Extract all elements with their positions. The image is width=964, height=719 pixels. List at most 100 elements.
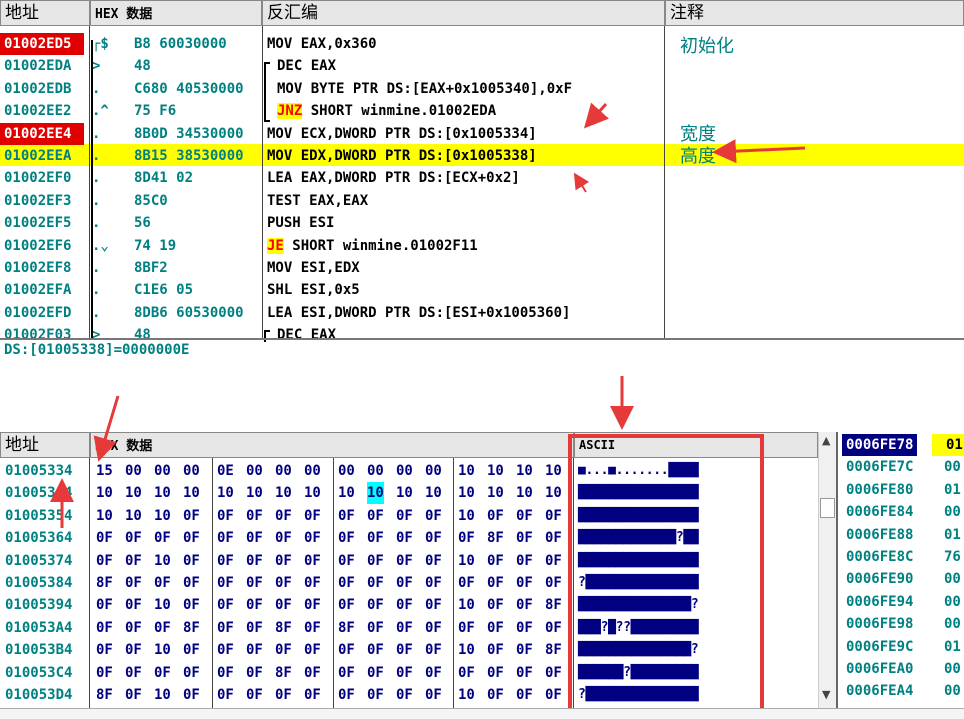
- dump-byte[interactable]: 0F: [516, 617, 533, 639]
- dump-byte[interactable]: 0F: [458, 662, 475, 684]
- dump-byte[interactable]: 0F: [275, 550, 292, 572]
- dump-byte[interactable]: 0F: [96, 550, 113, 572]
- disasm-row[interactable]: 01002EF3. 85C0 TEST EAX,EAX: [0, 190, 964, 212]
- disasm-row[interactable]: 01002EF0. 8D41 02 LEA EAX,DWORD PTR DS:[EC…: [0, 167, 964, 189]
- dump-byte[interactable]: 8F: [96, 684, 113, 706]
- dump-byte[interactable]: 10: [545, 460, 562, 482]
- dump-byte[interactable]: 0F: [425, 662, 442, 684]
- dump-byte[interactable]: 8F: [183, 617, 200, 639]
- dump-byte[interactable]: 0F: [125, 572, 142, 594]
- dump-byte[interactable]: 10: [458, 594, 475, 616]
- dump-byte[interactable]: 0F: [246, 594, 263, 616]
- dump-byte[interactable]: 00: [125, 460, 142, 482]
- dump-byte[interactable]: 8F: [275, 617, 292, 639]
- dump-byte[interactable]: 0F: [367, 639, 384, 661]
- dump-byte[interactable]: 0F: [487, 550, 504, 572]
- dump-byte[interactable]: 0F: [246, 572, 263, 594]
- dump-byte[interactable]: 10: [516, 460, 533, 482]
- dump-byte[interactable]: 10: [458, 639, 475, 661]
- dump-byte[interactable]: 10: [183, 482, 200, 504]
- stack-row[interactable]: 0006FE90 00: [838, 568, 964, 590]
- dump-byte[interactable]: 10: [154, 594, 171, 616]
- dump-byte[interactable]: 0F: [183, 550, 200, 572]
- dump-byte[interactable]: 0F: [487, 639, 504, 661]
- dump-byte[interactable]: 0F: [246, 505, 263, 527]
- dump-byte[interactable]: 10: [154, 505, 171, 527]
- stack-row[interactable]: 0006FE88 01: [838, 524, 964, 546]
- dump-byte[interactable]: 0F: [304, 550, 321, 572]
- dump-byte[interactable]: 0F: [425, 505, 442, 527]
- dump-byte[interactable]: 0F: [367, 594, 384, 616]
- dump-byte[interactable]: 0F: [96, 639, 113, 661]
- dump-byte[interactable]: 0F: [516, 505, 533, 527]
- dump-byte[interactable]: 0F: [367, 550, 384, 572]
- dump-byte[interactable]: 10: [425, 482, 442, 504]
- dump-byte[interactable]: 0F: [183, 527, 200, 549]
- dump-byte[interactable]: 10: [458, 460, 475, 482]
- dump-byte[interactable]: 0F: [338, 684, 355, 706]
- dump-byte[interactable]: 0F: [154, 527, 171, 549]
- dump-byte[interactable]: 0F: [367, 527, 384, 549]
- dump-byte[interactable]: 0F: [367, 684, 384, 706]
- dump-byte[interactable]: 00: [275, 460, 292, 482]
- dump-header-hex[interactable]: HEX 数据: [90, 432, 574, 458]
- stack-row[interactable]: 0006FE80 01: [838, 479, 964, 501]
- disasm-header-hex[interactable]: HEX 数据: [90, 0, 262, 26]
- stack-row[interactable]: 0006FE7C 00: [838, 456, 964, 478]
- stack-row[interactable]: 0006FE8C 76: [838, 546, 964, 568]
- dump-byte[interactable]: 0F: [304, 662, 321, 684]
- dump-byte[interactable]: 0F: [183, 572, 200, 594]
- dump-byte[interactable]: 0F: [425, 550, 442, 572]
- dump-byte[interactable]: 0F: [396, 505, 413, 527]
- dump-byte[interactable]: 0F: [396, 639, 413, 661]
- dump-byte[interactable]: 0F: [275, 572, 292, 594]
- dump-byte[interactable]: 0F: [304, 572, 321, 594]
- stack-row[interactable]: 0006FEA4 00: [838, 680, 964, 702]
- dump-byte[interactable]: 0F: [425, 617, 442, 639]
- dump-byte[interactable]: 0F: [304, 617, 321, 639]
- dump-byte[interactable]: 0F: [425, 684, 442, 706]
- dump-byte[interactable]: 0F: [545, 617, 562, 639]
- dump-byte[interactable]: 0F: [545, 572, 562, 594]
- dump-byte[interactable]: 0F: [487, 684, 504, 706]
- dump-byte[interactable]: 0F: [396, 572, 413, 594]
- dump-byte[interactable]: 0F: [217, 527, 234, 549]
- dump-byte[interactable]: 0F: [275, 527, 292, 549]
- dump-byte[interactable]: 0F: [425, 572, 442, 594]
- dump-byte[interactable]: 0F: [125, 527, 142, 549]
- dump-byte[interactable]: 0F: [125, 662, 142, 684]
- dump-byte[interactable]: 0F: [338, 527, 355, 549]
- dump-byte[interactable]: 0F: [338, 639, 355, 661]
- dump-byte[interactable]: 10: [96, 505, 113, 527]
- dump-byte[interactable]: 0F: [275, 684, 292, 706]
- dump-byte[interactable]: 10: [458, 505, 475, 527]
- dump-byte[interactable]: 10: [217, 482, 234, 504]
- dump-byte[interactable]: 0F: [275, 505, 292, 527]
- dump-byte[interactable]: 0F: [367, 617, 384, 639]
- dump-byte[interactable]: 10: [367, 482, 384, 505]
- dump-byte[interactable]: 10: [338, 482, 355, 504]
- dump-byte[interactable]: 0F: [183, 639, 200, 661]
- dump-byte[interactable]: 0F: [458, 617, 475, 639]
- dump-byte[interactable]: 10: [545, 482, 562, 504]
- dump-scrollbar[interactable]: ▲ ▼: [818, 432, 837, 708]
- dump-byte[interactable]: 8F: [545, 639, 562, 661]
- dump-byte[interactable]: 0F: [125, 684, 142, 706]
- dump-byte[interactable]: 10: [154, 639, 171, 661]
- disasm-header-addr[interactable]: 地址: [0, 0, 90, 26]
- dump-byte[interactable]: 10: [96, 482, 113, 504]
- dump-byte[interactable]: 0F: [217, 505, 234, 527]
- dump-byte[interactable]: 0F: [304, 527, 321, 549]
- disasm-row[interactable]: 01002EFD. 8DB6 60530000 LEA ESI,DWORD PTR …: [0, 302, 964, 324]
- dump-byte[interactable]: 0F: [425, 527, 442, 549]
- dump-header-addr[interactable]: 地址: [0, 432, 90, 458]
- dump-byte[interactable]: 0F: [458, 572, 475, 594]
- dump-byte[interactable]: 0F: [96, 617, 113, 639]
- dump-byte[interactable]: 0F: [183, 662, 200, 684]
- pane-splitter[interactable]: [0, 338, 964, 340]
- scroll-down-button[interactable]: ▼: [822, 688, 830, 701]
- dump-byte[interactable]: 0F: [304, 639, 321, 661]
- disasm-row[interactable]: 01002EEA. 8B15 38530000 MOV EDX,DWORD PTR …: [0, 145, 964, 167]
- dump-byte[interactable]: 10: [516, 482, 533, 504]
- dump-byte[interactable]: 0F: [246, 639, 263, 661]
